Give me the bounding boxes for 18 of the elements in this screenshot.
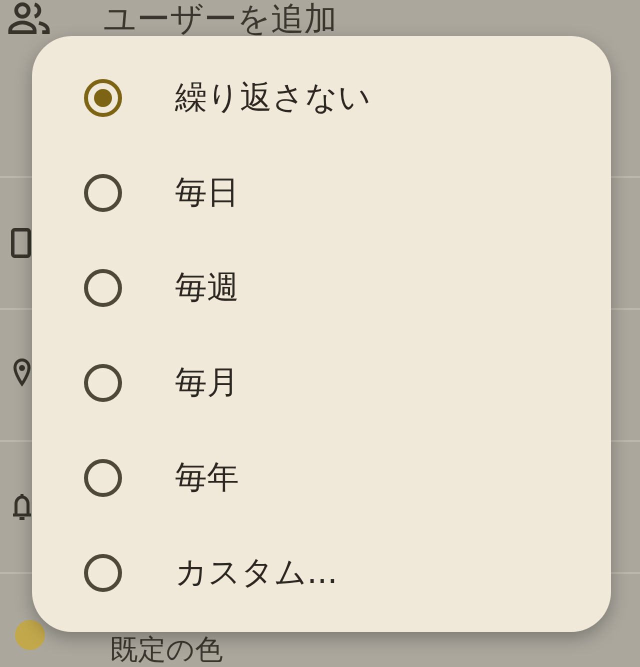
option-label[interactable]: 繰り返さない bbox=[175, 80, 371, 116]
radio-button[interactable] bbox=[84, 364, 122, 402]
option-label[interactable]: 毎年 bbox=[175, 460, 239, 496]
option-label[interactable]: 毎月 bbox=[175, 364, 239, 400]
bell-icon bbox=[12, 492, 32, 522]
row-label: 既定の色 bbox=[110, 634, 223, 667]
radio-button[interactable] bbox=[84, 268, 122, 306]
people-icon bbox=[8, 2, 50, 34]
square-icon bbox=[11, 228, 31, 258]
color-swatch-icon bbox=[15, 620, 45, 650]
option-label[interactable]: 毎日 bbox=[175, 174, 239, 210]
radio-button[interactable] bbox=[84, 174, 122, 212]
radio-button[interactable] bbox=[84, 78, 122, 116]
option-label[interactable]: カスタム... bbox=[175, 554, 338, 590]
radio-button[interactable] bbox=[84, 554, 122, 592]
row-label: ユーザーを追加 bbox=[103, 2, 337, 37]
option-label[interactable]: 毎週 bbox=[175, 270, 239, 306]
radio-button[interactable] bbox=[84, 458, 122, 496]
